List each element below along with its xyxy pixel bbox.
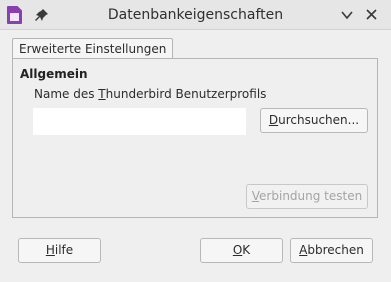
browse-button[interactable]: Durchsuchen... bbox=[260, 108, 368, 133]
cancel-button[interactable]: Abbrechen bbox=[290, 238, 373, 263]
label-text: hunderbird Benutzerprofils bbox=[105, 87, 267, 101]
tab-erweiterte-einstellungen[interactable]: Erweiterte Einstellungen bbox=[12, 38, 174, 59]
mnemonic-letter: O bbox=[232, 243, 243, 257]
dialog-window: Datenbankeigenschaften Erweiterte Einste… bbox=[0, 0, 391, 282]
profile-name-input[interactable] bbox=[33, 108, 246, 135]
title-bar[interactable]: Datenbankeigenschaften bbox=[0, 0, 391, 30]
mnemonic-letter: V bbox=[251, 189, 260, 203]
button-text: ilfe bbox=[54, 243, 74, 257]
button-text: K bbox=[242, 243, 251, 257]
close-icon[interactable] bbox=[365, 8, 378, 21]
label-text: Name des bbox=[34, 87, 99, 101]
window-title: Datenbankeigenschaften bbox=[107, 7, 284, 23]
button-text: urchsuchen... bbox=[278, 113, 360, 127]
help-button[interactable]: Hilfe bbox=[18, 238, 101, 263]
ok-button[interactable]: OK bbox=[200, 238, 283, 263]
button-text: erbindung testen bbox=[259, 189, 363, 203]
section-heading: Allgemein bbox=[20, 67, 88, 81]
mnemonic-letter: T bbox=[98, 87, 106, 101]
chevron-down-icon[interactable] bbox=[340, 9, 354, 21]
button-text: bbrechen bbox=[307, 243, 364, 257]
mnemonic-letter: D bbox=[268, 113, 279, 127]
profile-name-label: Name des Thunderbird Benutzerprofils bbox=[34, 87, 266, 101]
mnemonic-letter: H bbox=[45, 243, 55, 257]
test-connection-button[interactable]: Verbindung testen bbox=[246, 184, 368, 209]
